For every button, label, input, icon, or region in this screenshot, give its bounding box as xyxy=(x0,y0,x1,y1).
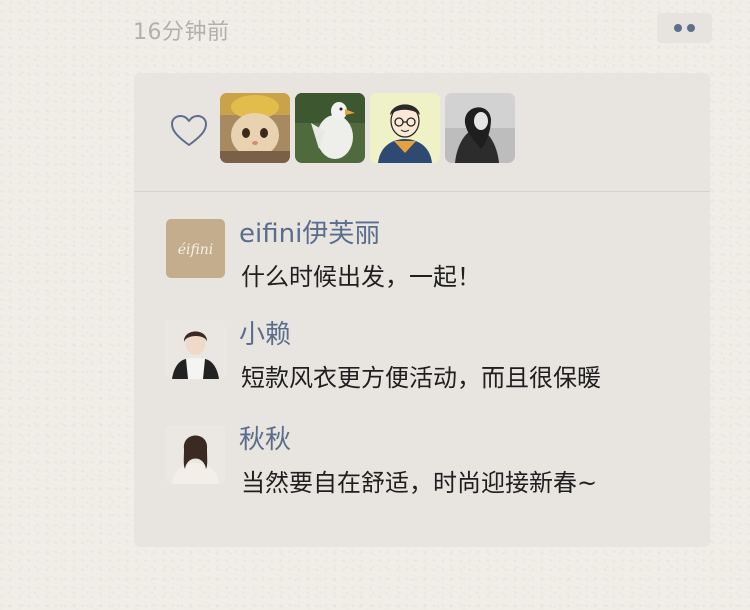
comment-item[interactable]: 小赖 短款风衣更方便活动，而且很保暖 xyxy=(166,320,706,410)
divider xyxy=(134,191,710,192)
comment-text: 当然要自在舒适，时尚迎接新春~ xyxy=(241,469,598,497)
commenter-avatar[interactable] xyxy=(166,425,225,484)
heart-outline-icon[interactable] xyxy=(170,114,208,148)
comment-item[interactable]: éifini eifini伊芙丽 什么时候出发，一起！ xyxy=(166,219,706,309)
likes-comments-card: éifini eifini伊芙丽 什么时候出发，一起！ 小赖 短款风衣更方便活动… xyxy=(134,73,710,547)
commenter-name[interactable]: 小赖 xyxy=(239,314,291,351)
more-button[interactable] xyxy=(657,13,712,43)
more-dot xyxy=(687,24,695,32)
commenter-name[interactable]: 秋秋 xyxy=(239,419,291,456)
like-avatar-girl-photo[interactable] xyxy=(445,93,515,163)
like-avatar-duck[interactable] xyxy=(295,93,365,163)
comment-item[interactable]: 秋秋 当然要自在舒适，时尚迎接新春~ xyxy=(166,425,706,515)
like-avatar-cartoon-boy[interactable] xyxy=(370,93,440,163)
more-dots-icon xyxy=(674,24,682,32)
like-avatar-cat[interactable] xyxy=(220,93,290,163)
brand-logo-text: éifini xyxy=(178,242,214,258)
likes-row xyxy=(134,73,710,191)
commenter-avatar[interactable] xyxy=(166,320,225,379)
commenter-name[interactable]: eifini伊芙丽 xyxy=(239,213,380,250)
commenter-avatar[interactable]: éifini xyxy=(166,219,225,278)
comment-text: 短款风衣更方便活动，而且很保暖 xyxy=(241,364,601,392)
post-timestamp: 16分钟前 xyxy=(133,20,230,45)
comment-text: 什么时候出发，一起！ xyxy=(241,263,481,291)
